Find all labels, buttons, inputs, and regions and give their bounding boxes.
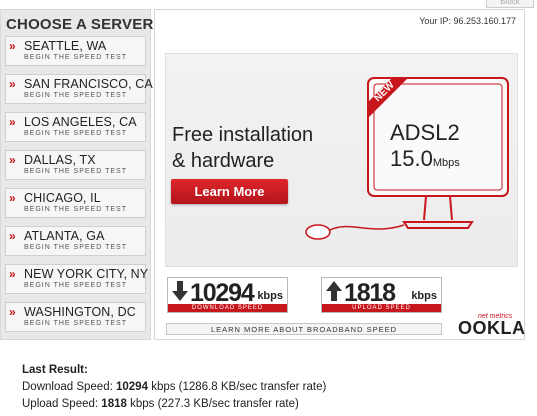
upload-result-value: 1818: [101, 398, 127, 410]
speed-test-page: Block CHOOSE A SERVER: » SEATTLE, WA BEGIN…: [0, 0, 537, 416]
server-city: SAN FRANCISCO, CA: [24, 77, 153, 91]
begin-test-label: BEGIN THE SPEED TEST: [24, 244, 127, 251]
last-result-heading: Last Result:: [22, 364, 88, 376]
block-tab[interactable]: Block: [486, 0, 534, 8]
upload-speed-caption: UPLOAD SPEED: [322, 304, 441, 312]
server-item[interactable]: » ATLANTA, GA BEGIN THE SPEED TEST: [5, 226, 146, 256]
download-speed-box: 10294 kbps DOWNLOAD SPEED: [167, 277, 288, 313]
download-speed-caption: DOWNLOAD SPEED: [168, 304, 287, 312]
product-name: ADSL2: [390, 120, 460, 145]
product-speed-value: 15.0: [390, 146, 433, 171]
upload-label: Upload Speed:: [22, 398, 99, 410]
upload-speed-unit: kbps: [411, 290, 437, 302]
product-speed-unit: Mbps: [432, 157, 460, 169]
product-speed: 15.0Mbps: [390, 146, 460, 172]
begin-test-label: BEGIN THE SPEED TEST: [24, 320, 127, 327]
double-chevron-right-icon: »: [9, 39, 16, 53]
download-result-value: 10294: [116, 381, 148, 393]
arrow-down-icon: [172, 281, 188, 301]
double-chevron-right-icon: »: [9, 77, 16, 91]
learn-more-broadband-link[interactable]: LEARN MORE ABOUT BROADBAND SPEED: [166, 323, 442, 335]
server-item[interactable]: » DALLAS, TX BEGIN THE SPEED TEST: [5, 150, 146, 180]
double-chevron-right-icon: »: [9, 305, 16, 319]
server-city: CHICAGO, IL: [24, 191, 101, 205]
ad-headline-line2: & hardware: [172, 150, 275, 172]
server-heading: CHOOSE A SERVER:: [6, 16, 159, 33]
double-chevron-right-icon: »: [9, 153, 16, 167]
upload-result-tail: kbps (227.3 KB/sec transfer rate): [130, 398, 299, 410]
server-city: NEW YORK CITY, NY: [24, 267, 149, 281]
begin-test-label: BEGIN THE SPEED TEST: [24, 130, 127, 137]
server-item[interactable]: » CHICAGO, IL BEGIN THE SPEED TEST: [5, 188, 146, 218]
begin-test-label: BEGIN THE SPEED TEST: [24, 282, 127, 289]
upload-speed-box: 1818 kbps UPLOAD SPEED: [321, 277, 442, 313]
ip-address-text: Your IP: 96.253.160.177: [419, 16, 516, 26]
server-item[interactable]: » WASHINGTON, DC BEGIN THE SPEED TEST: [5, 302, 146, 332]
begin-test-label: BEGIN THE SPEED TEST: [24, 92, 127, 99]
double-chevron-right-icon: »: [9, 229, 16, 243]
ad-headline-line1: Free installation: [172, 124, 314, 146]
arrow-up-icon: [326, 281, 342, 301]
download-speed-unit: kbps: [257, 290, 283, 302]
server-item[interactable]: » LOS ANGELES, CA BEGIN THE SPEED TEST: [5, 112, 146, 142]
ookla-logo-name: OOKLA: [458, 318, 526, 338]
last-result-download: Download Speed: 10294 kbps (1286.8 KB/se…: [22, 379, 326, 396]
last-result: Last Result: Download Speed: 10294 kbps …: [22, 362, 326, 413]
mouse-icon: [305, 224, 405, 240]
server-city: DALLAS, TX: [24, 153, 96, 167]
download-result-tail: kbps (1286.8 KB/sec transfer rate): [151, 381, 327, 393]
server-city: LOS ANGELES, CA: [24, 115, 137, 129]
server-city: SEATTLE, WA: [24, 39, 107, 53]
begin-test-label: BEGIN THE SPEED TEST: [24, 168, 127, 175]
double-chevron-right-icon: »: [9, 267, 16, 281]
server-city: ATLANTA, GA: [24, 229, 105, 243]
ad-headline: Free installation & hardware: [172, 122, 313, 174]
begin-test-label: BEGIN THE SPEED TEST: [24, 54, 127, 61]
last-result-upload: Upload Speed: 1818 kbps (227.3 KB/sec tr…: [22, 396, 326, 413]
server-city: WASHINGTON, DC: [24, 305, 136, 319]
server-item[interactable]: » SEATTLE, WA BEGIN THE SPEED TEST: [5, 36, 146, 66]
ad-product: ADSL2 15.0Mbps: [390, 120, 460, 172]
double-chevron-right-icon: »: [9, 191, 16, 205]
begin-test-label: BEGIN THE SPEED TEST: [24, 206, 127, 213]
server-item[interactable]: » NEW YORK CITY, NY BEGIN THE SPEED TEST: [5, 264, 149, 294]
download-label: Download Speed:: [22, 381, 113, 393]
server-item[interactable]: » SAN FRANCISCO, CA BEGIN THE SPEED TEST: [5, 74, 153, 104]
learn-more-button[interactable]: Learn More: [171, 179, 288, 204]
double-chevron-right-icon: »: [9, 115, 16, 129]
